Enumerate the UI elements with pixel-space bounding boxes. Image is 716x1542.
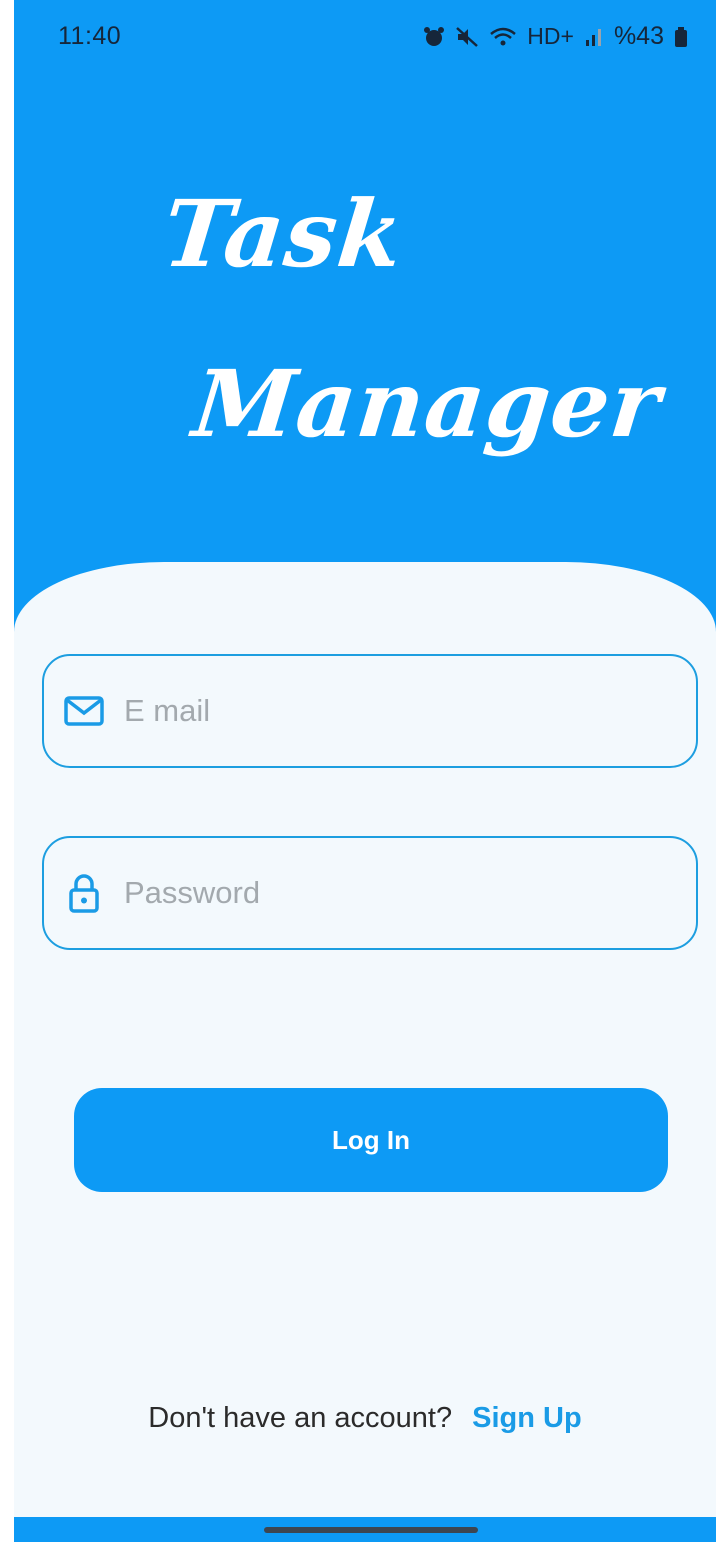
signup-prompt-row: Don't have an account? Sign Up <box>14 1402 716 1435</box>
login-card: Log In Don't have an account? Sign Up <box>14 562 716 1517</box>
logo-line-manager: Manager <box>188 350 666 458</box>
system-nav-bar <box>14 1517 716 1542</box>
app-screen: 11:40 HD+ %43 Task Manager E mail Log In… <box>14 0 716 1542</box>
password-input[interactable] <box>124 863 664 923</box>
email-input[interactable] <box>124 681 664 741</box>
mute-icon <box>455 26 479 48</box>
email-field-container[interactable] <box>42 654 698 768</box>
logo-line-task: Task <box>158 180 409 288</box>
status-time: 11:40 <box>58 22 122 50</box>
status-icons: HD+ %43 <box>423 22 688 51</box>
app-logo: Task Manager <box>14 160 716 540</box>
signup-link[interactable]: Sign Up <box>472 1402 582 1434</box>
home-gesture-handle[interactable] <box>264 1527 478 1533</box>
battery-level: %43 <box>613 22 664 50</box>
alarm-icon <box>423 26 445 48</box>
password-field-container[interactable] <box>42 836 698 950</box>
signal-icon <box>584 26 604 48</box>
mail-icon <box>62 689 106 733</box>
login-button[interactable]: Log In <box>74 1088 668 1192</box>
battery-icon <box>674 26 688 48</box>
network-type: HD+ <box>527 23 574 49</box>
lock-icon <box>62 871 106 915</box>
signup-prompt-text: Don't have an account? <box>148 1402 453 1434</box>
wifi-icon <box>489 26 517 48</box>
status-bar: 11:40 HD+ %43 <box>14 0 716 72</box>
